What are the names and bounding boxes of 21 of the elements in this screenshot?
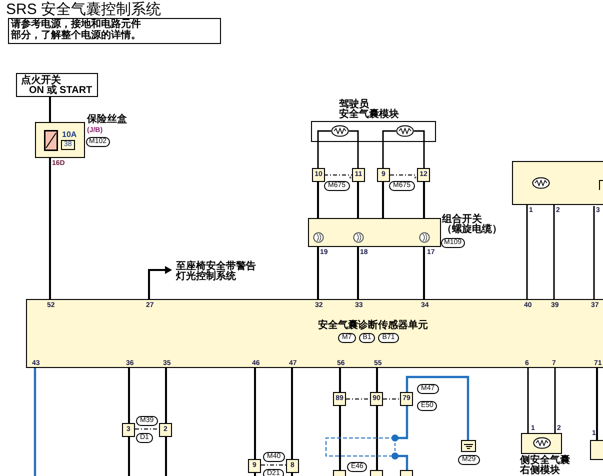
module-label: 驾驶员 安全气囊模块 [339, 100, 399, 120]
switch-label: 点火开关 [21, 75, 61, 86]
control-unit-label: 安全气囊诊断传感器单元 [318, 321, 428, 331]
resistor-icon [532, 177, 550, 189]
page-title: SRS 安全气囊控制系统 [6, 2, 162, 17]
spiral-cable-label: 组合开关 （螺旋电缆） [442, 215, 502, 235]
note-text: 请参考电源，接地和电路元件 [11, 19, 142, 30]
coil-icon [313, 232, 324, 243]
resistor-icon [533, 437, 551, 449]
note-text: 部分，了解整个电源的详情。 [11, 30, 142, 41]
ground-symbol [461, 440, 476, 452]
switch-position: ON 或 START [29, 85, 92, 96]
resistor-icon [396, 125, 414, 137]
side-airbag-label: 侧安全气囊 右侧模块 [520, 456, 570, 476]
link-text: 至座椅安全带警告 灯光控制系统 [176, 262, 256, 282]
coil-icon [419, 232, 430, 243]
fuse-rating: 10A [62, 131, 77, 139]
resistor-icon [331, 125, 349, 137]
coil-icon [353, 232, 364, 243]
fuse-icon [44, 130, 58, 151]
fuse-block-label: 保险丝盒 [87, 115, 127, 125]
